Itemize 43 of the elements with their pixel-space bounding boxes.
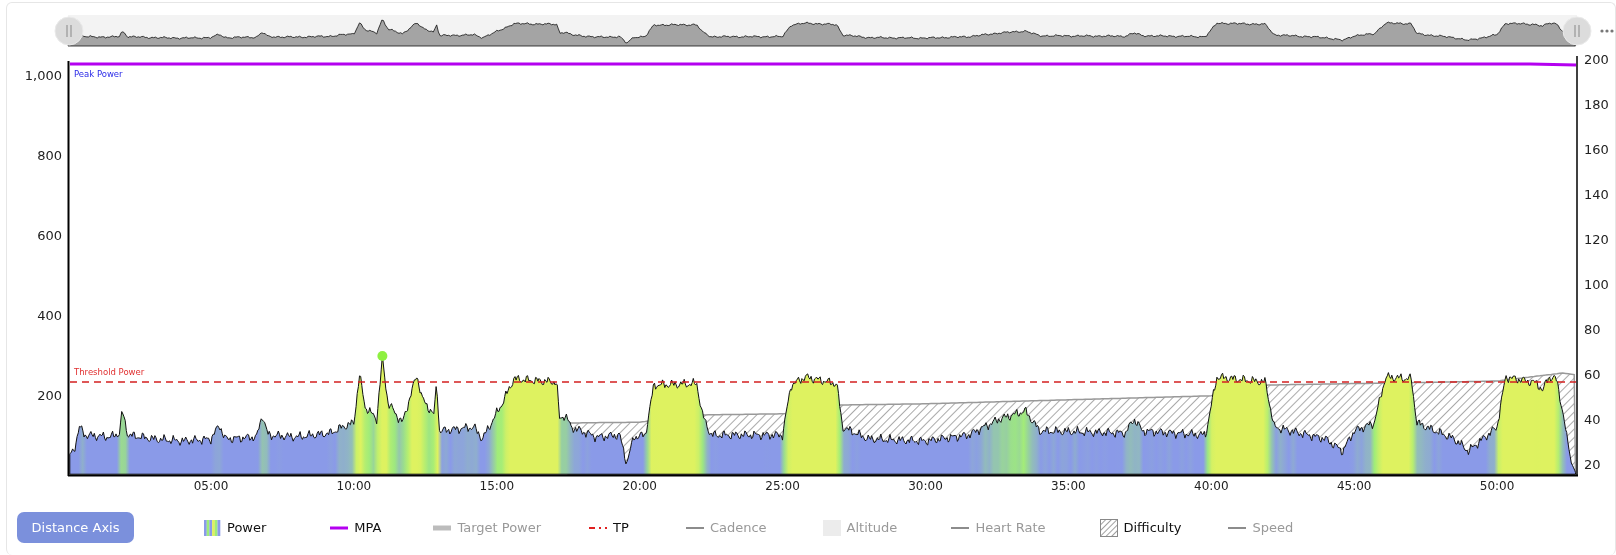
axis-tick-label: 35:00: [1051, 479, 1086, 493]
legend-toggle[interactable]: Cadence: [685, 520, 767, 535]
axis-tick-label: 140: [1584, 187, 1609, 202]
legend-toggle[interactable]: Target Power: [433, 520, 542, 535]
legend-toggle[interactable]: Heart Rate: [951, 520, 1046, 535]
axis-tick-label: 200: [37, 388, 62, 403]
axis-tick-label: 120: [1584, 232, 1609, 247]
axis-tick-label: 600: [37, 228, 62, 243]
legend-toggle[interactable]: MPA: [330, 520, 382, 535]
axis-tick-label: 100: [1584, 277, 1609, 292]
axis-tick-label: 60: [1584, 367, 1601, 382]
axis-tick-label: 20:00: [622, 479, 657, 493]
axis-tick-label: 800: [37, 148, 62, 163]
gradient-swatch-icon: [203, 518, 221, 537]
axis-tick-label: 45:00: [1336, 479, 1372, 493]
more-icon[interactable]: [1600, 29, 1614, 33]
legend-toggle[interactable]: TP: [589, 520, 629, 535]
legend-toggle[interactable]: Speed: [1228, 520, 1294, 535]
overview-navigator[interactable]: [67, 15, 1577, 47]
distance-axis-button[interactable]: Distance Axis: [17, 512, 134, 543]
legend-toggle[interactable]: Altitude: [822, 518, 898, 537]
axis-tick-label: 40:00: [1194, 479, 1229, 493]
axis-tick-label: 10:00: [336, 479, 372, 493]
axis-tick-label: 80: [1584, 322, 1601, 337]
axis-tick-label: 25:00: [765, 479, 800, 493]
axis-tick-label: 20: [1584, 457, 1601, 472]
annotation-label: Threshold Power: [74, 367, 145, 377]
range-handle[interactable]: [1562, 16, 1592, 46]
axis-tick-label: 180: [1584, 97, 1609, 112]
axis-tick-label: 05:00: [193, 479, 229, 493]
legend-toggle[interactable]: Difficulty: [1099, 518, 1182, 537]
axis-tick-label: 50:00: [1479, 479, 1515, 493]
axis-tick-label: 400: [37, 308, 62, 323]
annotation-label: Peak Power: [74, 69, 123, 79]
axis-tick-label: 15:00: [479, 479, 515, 493]
legend-toggle[interactable]: Power: [203, 518, 267, 537]
axis-tick-label: 30:00: [908, 479, 943, 493]
axis-tick-label: 200: [1584, 52, 1609, 67]
axis-tick-label: 160: [1584, 142, 1609, 157]
hatch-icon: [1099, 518, 1118, 537]
axis-tick-label: 1,000: [24, 68, 62, 83]
range-handle[interactable]: [54, 16, 84, 46]
axis-tick-label: 40: [1584, 412, 1601, 427]
